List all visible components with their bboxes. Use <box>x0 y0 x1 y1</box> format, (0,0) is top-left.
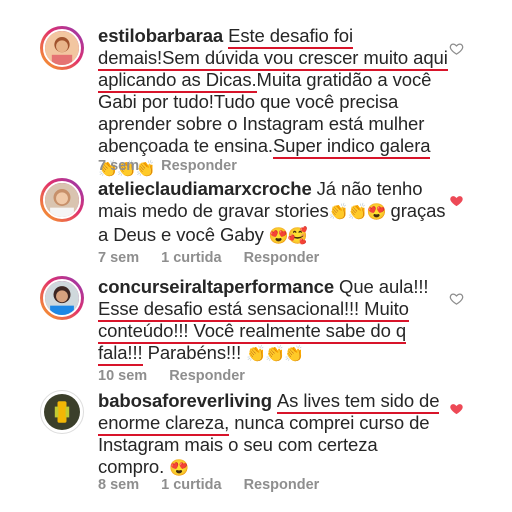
emoji-group: 👏👏😍 <box>328 204 387 221</box>
emoji-group: 👏👏👏 <box>246 346 304 363</box>
comment-meta: 7 sem Responder <box>98 158 259 174</box>
avatar[interactable] <box>40 276 84 320</box>
avatar[interactable] <box>40 390 84 434</box>
timestamp: 10 sem <box>98 368 148 384</box>
like-count[interactable]: 1 curtida <box>161 477 221 493</box>
comment-meta: 10 sem Responder <box>98 368 267 384</box>
comment-text-part: Parabéns!!! <box>147 342 242 363</box>
username[interactable]: estilobarbaraa <box>98 25 223 46</box>
timestamp: 7 sem <box>98 158 140 174</box>
comment-meta: 7 sem 1 curtida Responder <box>98 250 341 266</box>
username[interactable]: atelieclaudiamarxcroche <box>98 178 312 199</box>
username[interactable]: concurseiraltaperformance <box>98 276 334 297</box>
comment-text-part: Que aula!!! <box>339 276 429 297</box>
reply-button[interactable]: Responder <box>161 158 237 174</box>
username[interactable]: babosaforeverliving <box>98 390 272 411</box>
comment-text: atelieclaudiamarxcroche Já não tenho mais… <box>98 178 448 248</box>
reply-button[interactable]: Responder <box>169 368 245 384</box>
comment-text-underlined: Super indico galera <box>272 135 431 159</box>
heart-icon[interactable] <box>448 192 464 208</box>
comment-text: concurseiraltaperformance Que aula!!! Ess… <box>98 276 448 366</box>
avatar[interactable] <box>40 26 84 70</box>
emoji-group: 😍🥰 <box>268 228 308 245</box>
heart-icon[interactable] <box>448 40 464 56</box>
heart-icon[interactable] <box>448 290 464 306</box>
avatar[interactable] <box>40 178 84 222</box>
heart-icon[interactable] <box>448 400 464 416</box>
reply-button[interactable]: Responder <box>244 250 320 266</box>
comment-meta: 8 sem 1 curtida Responder <box>98 477 341 493</box>
reply-button[interactable]: Responder <box>244 477 320 493</box>
timestamp: 8 sem <box>98 477 140 493</box>
like-count[interactable]: 1 curtida <box>161 250 221 266</box>
emoji-group: 😍 <box>169 460 189 477</box>
comment-text: babosaforeverliving As lives tem sido de … <box>98 390 448 480</box>
timestamp: 7 sem <box>98 250 140 266</box>
